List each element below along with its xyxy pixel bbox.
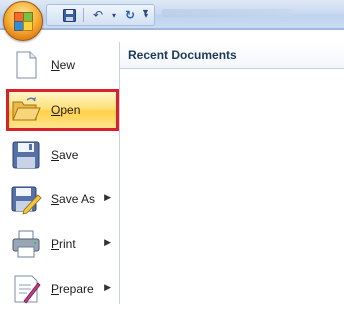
menu-item-label: Save: [51, 148, 79, 162]
qat-redo-button[interactable]: ↻: [121, 7, 139, 23]
menu-item-new[interactable]: New: [6, 44, 119, 86]
save-disk-icon: [12, 141, 40, 169]
new-document-icon: [16, 51, 37, 79]
quick-access-toolbar: ↶ ▾ ↻ ▾: [46, 4, 155, 26]
customize-qat-button[interactable]: ▼: [141, 7, 150, 17]
office-button[interactable]: [3, 1, 43, 41]
chevron-down-icon: ▼: [141, 7, 150, 17]
save-as-icon: [11, 186, 42, 215]
printer-icon: [12, 230, 40, 258]
office-menu: New Open Save Save As ▶ Print ▶ Prepare …: [0, 29, 344, 304]
qat-save-button[interactable]: [60, 7, 78, 23]
window-title-blurred: [162, 9, 292, 17]
menu-item-label: Open: [51, 103, 81, 117]
menu-item-prepare[interactable]: Prepare ▶: [6, 268, 119, 310]
save-disk-icon: [62, 8, 76, 22]
recent-documents-header: Recent Documents: [120, 42, 344, 69]
menu-item-label: Save As: [51, 192, 96, 206]
recent-documents-title: Recent Documents: [128, 48, 237, 62]
menu-commands: New Open Save Save As ▶ Print ▶ Prepare …: [6, 42, 119, 304]
menu-item-save[interactable]: Save: [6, 134, 119, 176]
submenu-arrow-icon: ▶: [104, 237, 111, 247]
open-folder-icon: [12, 97, 41, 121]
qat-undo-button[interactable]: ↶: [89, 7, 107, 23]
menu-item-print[interactable]: Print ▶: [6, 223, 119, 265]
menu-item-open[interactable]: Open: [6, 89, 119, 131]
submenu-arrow-icon: ▶: [104, 192, 111, 202]
redo-icon: ↻: [124, 8, 136, 22]
chevron-down-icon: ▾: [111, 10, 116, 20]
submenu-arrow-icon: ▶: [104, 282, 111, 292]
qat-undo-dropdown[interactable]: ▾: [110, 7, 118, 23]
undo-icon: ↶: [92, 8, 104, 22]
prepare-icon: [14, 275, 41, 304]
menu-item-label: Print: [51, 237, 76, 251]
menu-item-save-as[interactable]: Save As ▶: [6, 178, 119, 220]
menu-item-label: New: [51, 58, 76, 72]
qat-separator: [83, 8, 84, 22]
office-logo-icon: [14, 12, 33, 31]
recent-documents-pane: Recent Documents: [120, 42, 344, 304]
menu-item-label: Prepare: [51, 282, 94, 296]
title-bar: ↶ ▾ ↻ ▾ ▼: [0, 0, 344, 29]
